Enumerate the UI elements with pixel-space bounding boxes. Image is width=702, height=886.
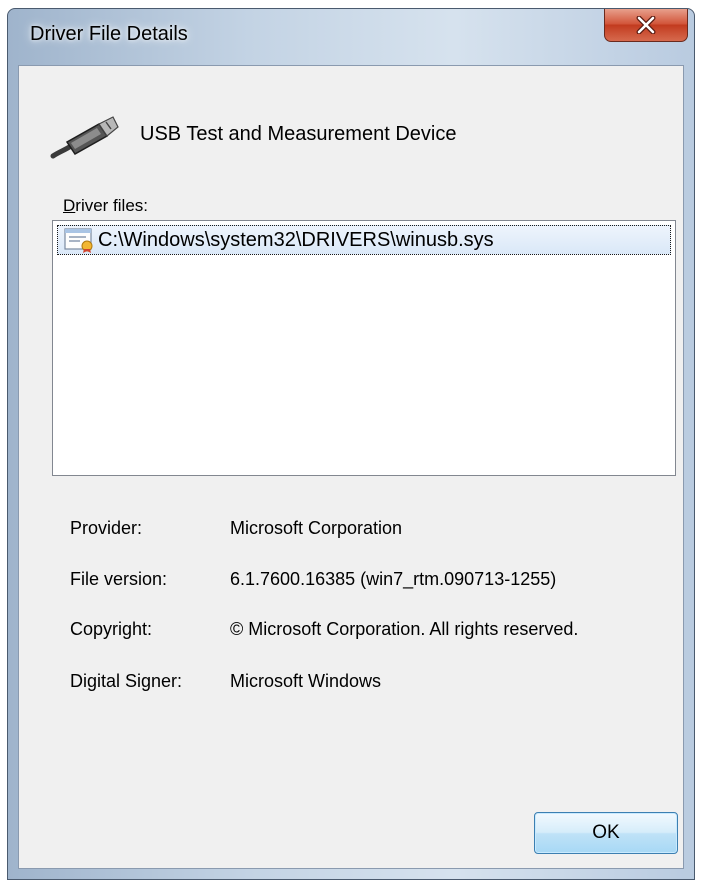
file-path: C:\Windows\system32\DRIVERS\winusb.sys <box>98 228 494 251</box>
copyright-value: © Microsoft Corporation. All rights rese… <box>230 619 579 639</box>
close-icon <box>636 15 656 34</box>
file-version-label: File version: <box>70 569 168 589</box>
title-bar[interactable]: Driver File Details <box>8 9 694 65</box>
digital-signer-label: Digital Signer: <box>70 671 183 691</box>
certificate-file-icon <box>64 228 93 253</box>
provider-value: Microsoft Corporation <box>230 518 403 538</box>
ok-button[interactable]: OK <box>534 812 678 854</box>
driver-file-details-dialog: Driver File Details USB Test and Measure… <box>7 8 695 880</box>
list-item[interactable]: C:\Windows\system32\DRIVERS\winusb.sys <box>57 225 671 255</box>
dialog-title: Driver File Details <box>30 23 188 45</box>
driver-files-label-mnemonic: D <box>63 196 76 215</box>
driver-files-label: Driver files: <box>63 196 148 216</box>
digital-signer-value: Microsoft Windows <box>230 671 382 691</box>
driver-files-list[interactable]: C:\Windows\system32\DRIVERS\winusb.sys <box>52 220 676 476</box>
close-button[interactable] <box>604 9 688 42</box>
driver-files-label-text: river files: <box>75 196 149 215</box>
device-name: USB Test and Measurement Device <box>140 123 457 145</box>
copyright-label: Copyright: <box>70 619 153 639</box>
provider-label: Provider: <box>70 518 143 538</box>
dialog-body: USB Test and Measurement Device Driver f… <box>18 65 684 869</box>
usb-cable-icon <box>50 116 119 159</box>
file-version-value: 6.1.7600.16385 (win7_rtm.090713-1255) <box>230 569 557 589</box>
